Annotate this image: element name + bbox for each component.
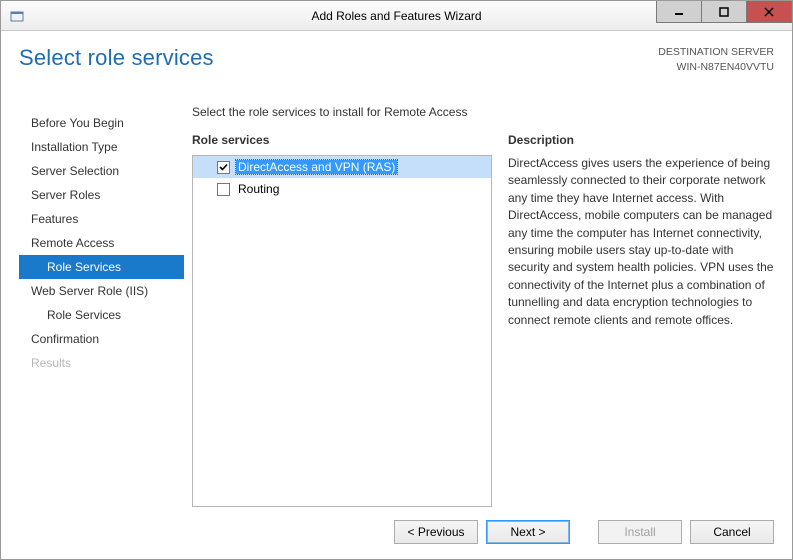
app-icon: [9, 8, 25, 24]
sidebar-item[interactable]: Features: [19, 207, 184, 231]
maximize-button[interactable]: [701, 1, 747, 23]
service-checkbox[interactable]: [217, 161, 230, 174]
sidebar-item[interactable]: Confirmation: [19, 327, 184, 351]
service-item[interactable]: DirectAccess and VPN (RAS): [193, 156, 491, 178]
body-row: Before You BeginInstallation TypeServer …: [19, 105, 774, 507]
services-listbox[interactable]: DirectAccess and VPN (RAS) Routing: [192, 155, 492, 507]
service-checkbox[interactable]: [217, 183, 230, 196]
maximize-icon: [719, 7, 729, 17]
minimize-button[interactable]: [656, 1, 702, 23]
window-controls: [657, 1, 792, 30]
service-item[interactable]: Routing: [193, 178, 491, 200]
instruction-text: Select the role services to install for …: [192, 105, 774, 119]
sidebar-item[interactable]: Server Selection: [19, 159, 184, 183]
sidebar-item[interactable]: Remote Access: [19, 231, 184, 255]
sidebar-item[interactable]: Web Server Role (IIS): [19, 279, 184, 303]
sidebar-item: Results: [19, 351, 184, 375]
description-text: DirectAccess gives users the experience …: [508, 155, 774, 329]
service-item-label: Routing: [236, 182, 281, 196]
services-column: Role services DirectAccess and VPN (RAS)…: [192, 133, 492, 507]
destination-value: WIN-N87EN40VVTU: [658, 60, 774, 75]
main-panel: Select the role services to install for …: [192, 105, 774, 507]
install-button[interactable]: Install: [598, 520, 682, 544]
destination-label: DESTINATION SERVER: [658, 45, 774, 60]
cancel-button[interactable]: Cancel: [690, 520, 774, 544]
sidebar-item[interactable]: Before You Begin: [19, 111, 184, 135]
page-title: Select role services: [19, 45, 214, 71]
sidebar-item[interactable]: Installation Type: [19, 135, 184, 159]
wizard-content: Select role services DESTINATION SERVER …: [1, 31, 792, 559]
wizard-sidebar: Before You BeginInstallation TypeServer …: [19, 105, 184, 507]
destination-block: DESTINATION SERVER WIN-N87EN40VVTU: [658, 45, 774, 74]
services-label: Role services: [192, 133, 492, 147]
description-column: Description DirectAccess gives users the…: [508, 133, 774, 507]
header-row: Select role services DESTINATION SERVER …: [19, 45, 774, 91]
previous-button[interactable]: < Previous: [394, 520, 478, 544]
columns: Role services DirectAccess and VPN (RAS)…: [192, 133, 774, 507]
close-button[interactable]: [746, 1, 792, 23]
minimize-icon: [674, 7, 684, 17]
service-item-label: DirectAccess and VPN (RAS): [236, 160, 397, 174]
sidebar-item[interactable]: Server Roles: [19, 183, 184, 207]
next-button[interactable]: Next >: [486, 520, 570, 544]
description-label: Description: [508, 133, 774, 147]
sidebar-item[interactable]: Role Services: [19, 303, 184, 327]
titlebar: Add Roles and Features Wizard: [1, 1, 792, 31]
wizard-footer: < Previous Next > Install Cancel: [19, 507, 774, 547]
sidebar-item[interactable]: Role Services: [19, 255, 184, 279]
close-icon: [764, 7, 774, 17]
